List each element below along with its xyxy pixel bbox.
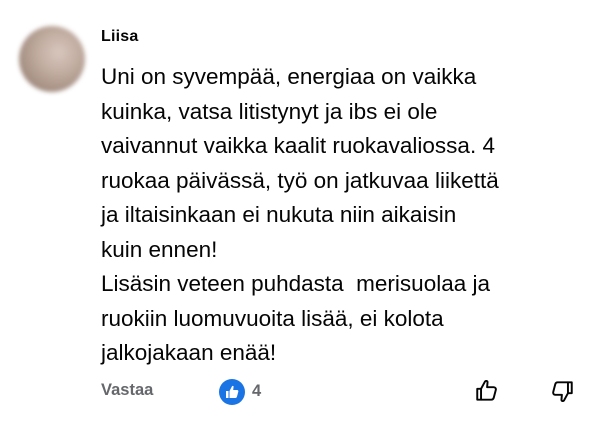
dislike-button[interactable] (547, 376, 577, 406)
like-button[interactable] (472, 376, 502, 406)
comment-actions: Vastaa 4 (101, 374, 581, 410)
comment-text: Uni on syvempää, energiaa on vaikka kuin… (101, 64, 499, 365)
avatar[interactable] (19, 26, 85, 92)
thumbs-down-outline-icon (552, 381, 573, 403)
thumbs-up-outline-icon (476, 379, 497, 401)
comment-author[interactable]: Liisa (101, 28, 138, 46)
like-reaction-icon[interactable] (219, 379, 245, 405)
reply-button[interactable]: Vastaa (101, 381, 153, 400)
like-count: 4 (252, 382, 262, 400)
thumbs-up-icon (226, 385, 239, 398)
